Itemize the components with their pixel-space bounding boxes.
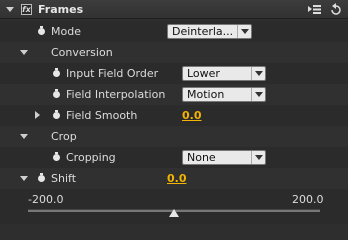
effect-title: Frames <box>38 3 84 16</box>
menu-icon[interactable] <box>308 4 322 15</box>
stopwatch-icon[interactable] <box>53 68 60 77</box>
collapse-triangle-icon[interactable] <box>20 134 28 139</box>
slider-max-label: 200.0 <box>292 193 324 206</box>
collapse-triangle-icon[interactable] <box>6 7 14 12</box>
chevron-down-icon <box>237 25 251 38</box>
stopwatch-icon[interactable] <box>53 89 60 98</box>
stopwatch-icon[interactable] <box>38 173 45 182</box>
shift-label: Shift <box>51 172 77 185</box>
stopwatch-icon[interactable] <box>38 26 45 35</box>
stopwatch-icon[interactable] <box>53 110 60 119</box>
shift-slider-area: -200.0 200.0 <box>0 189 348 224</box>
shift-value[interactable]: 0.0 <box>167 172 187 185</box>
field-interpolation-row: Field Interpolation Motion <box>0 84 348 105</box>
field-interpolation-dropdown[interactable]: Motion <box>182 87 266 102</box>
shift-slider-thumb[interactable] <box>169 209 179 217</box>
reset-icon[interactable] <box>330 3 342 16</box>
effect-header: fx Frames <box>0 0 348 19</box>
input-field-order-dropdown[interactable]: Lower <box>182 66 266 81</box>
field-smooth-row: Field Smooth 0.0 <box>0 105 348 126</box>
cropping-dropdown[interactable]: None <box>182 150 266 165</box>
slider-min-label: -200.0 <box>28 193 64 206</box>
input-field-order-row: Input Field Order Lower <box>0 63 348 84</box>
cropping-label: Cropping <box>66 151 116 164</box>
field-interpolation-label: Field Interpolation <box>66 88 166 101</box>
crop-label: Crop <box>51 130 77 143</box>
collapse-triangle-icon[interactable] <box>20 50 28 55</box>
fx-toggle-icon[interactable]: fx <box>21 4 32 15</box>
mode-value: Deinterla... <box>172 25 234 38</box>
chevron-down-icon <box>251 151 265 164</box>
collapse-triangle-icon[interactable] <box>20 176 28 181</box>
input-field-order-label: Input Field Order <box>66 67 159 80</box>
field-smooth-value[interactable]: 0.0 <box>182 109 202 122</box>
field-interpolation-value: Motion <box>187 88 225 101</box>
crop-group-row: Crop <box>0 126 348 147</box>
expand-triangle-icon[interactable] <box>35 111 40 119</box>
mode-dropdown[interactable]: Deinterla... <box>167 24 252 39</box>
cropping-row: Cropping None <box>0 147 348 168</box>
field-smooth-label: Field Smooth <box>66 109 138 122</box>
stopwatch-icon[interactable] <box>53 152 60 161</box>
shift-row: Shift 0.0 <box>0 168 348 189</box>
conversion-label: Conversion <box>51 46 113 59</box>
input-field-order-value: Lower <box>187 67 220 80</box>
chevron-down-icon <box>251 88 265 101</box>
mode-row: Mode Deinterla... <box>0 21 348 42</box>
cropping-value: None <box>187 151 216 164</box>
mode-label: Mode <box>51 25 81 38</box>
chevron-down-icon <box>251 67 265 80</box>
effect-panel: fx Frames Mode Deinterla... Conversion I… <box>0 0 348 224</box>
conversion-group-row: Conversion <box>0 42 348 63</box>
